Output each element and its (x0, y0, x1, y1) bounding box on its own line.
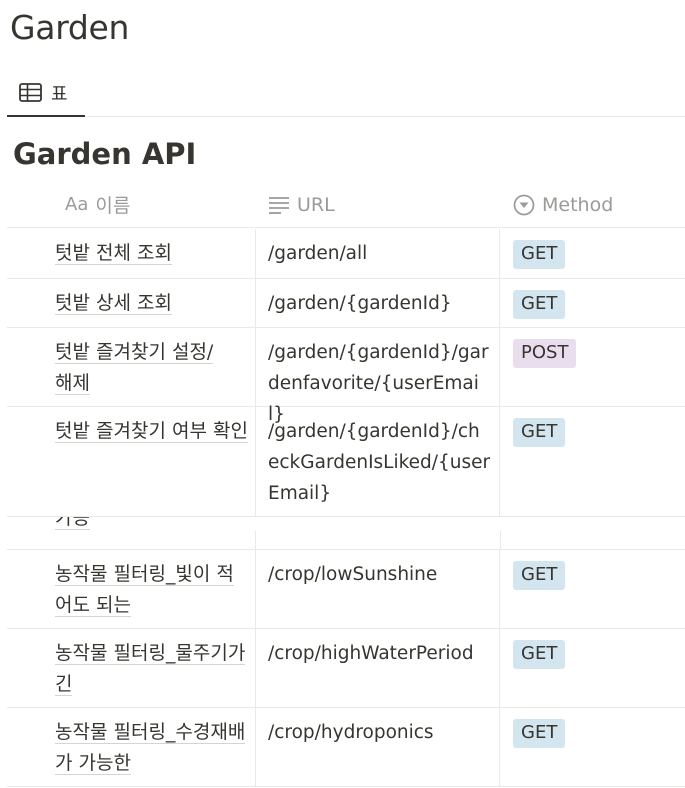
tab-label: 표 (51, 83, 68, 105)
url-cell[interactable]: /garden/{gardenId}/gardenfavorite/{userE… (255, 328, 500, 425)
select-circle-icon (513, 194, 535, 215)
row-name[interactable]: 텃밭 상세 조회 (55, 292, 172, 315)
name-cell[interactable]: 농작물 필터링_빛이 적어도 되는 (7, 550, 255, 628)
row-url: /garden/{gardenId}/checkGardenIsLiked/{u… (268, 421, 491, 504)
column-divider (255, 531, 256, 549)
row-name[interactable]: 텃밭 즐겨찾기 여부 확인 (55, 420, 248, 443)
database-title[interactable]: Garden API (13, 137, 196, 171)
method-badge: GET (513, 418, 566, 447)
table-row[interactable]: 농작물 필터링_수경재배가 가능한 /crop/hydroponics GET (7, 708, 685, 787)
method-badge: GET (513, 719, 566, 748)
row-url: /crop/highWaterPeriod (268, 643, 474, 664)
table-row[interactable]: 텃밭 즐겨찾기 설정/해제 /garden/{gardenId}/gardenf… (7, 328, 685, 425)
table-header: Aa 이름 URL Method (7, 181, 685, 228)
method-cell[interactable]: GET (500, 708, 685, 786)
clipped-table-row[interactable]: 가능 (7, 517, 685, 550)
tab-table-view[interactable]: 표 (7, 70, 85, 117)
text-aa-icon: Aa (65, 194, 89, 215)
column-header-url[interactable]: URL (268, 181, 335, 228)
method-cell[interactable]: GET (500, 229, 685, 278)
table-row[interactable]: 텃밭 즐겨찾기 여부 확인 /garden/{gardenId}/checkGa… (7, 407, 685, 517)
name-cell[interactable]: 텃밭 즐겨찾기 설정/해제 (7, 328, 255, 406)
method-badge: POST (513, 339, 577, 368)
method-cell[interactable]: GET (500, 407, 685, 516)
method-cell[interactable]: GET (500, 550, 685, 628)
row-name-fragment: 가능 (55, 517, 90, 530)
name-cell[interactable]: 농작물 필터링_수경재배가 가능한 (7, 708, 255, 786)
row-name[interactable]: 농작물 필터링_물주기가 긴 (55, 642, 246, 696)
table-row[interactable]: 텃밭 전체 조회 /garden/all GET (7, 229, 685, 279)
row-url: /crop/hydroponics (268, 722, 434, 743)
url-cell[interactable]: /garden/all (255, 229, 500, 278)
page-title: Garden (10, 8, 130, 47)
method-badge: GET (513, 290, 566, 319)
name-cell[interactable]: 텃밭 상세 조회 (7, 279, 255, 327)
table-row[interactable]: 농작물 필터링_물주기가 긴 /crop/highWaterPeriod GET (7, 629, 685, 708)
table-row[interactable]: 농작물 필터링_빛이 적어도 되는 /crop/lowSunshine GET (7, 550, 685, 629)
row-name[interactable]: 텃밭 전체 조회 (55, 242, 172, 265)
view-tabs: 표 (7, 70, 685, 117)
table-icon (19, 83, 42, 102)
url-cell[interactable]: /garden/{gardenId}/checkGardenIsLiked/{u… (255, 407, 500, 516)
method-cell[interactable]: POST (500, 328, 685, 406)
row-name[interactable]: 텃밭 즐겨찾기 설정/해제 (55, 341, 214, 395)
url-cell[interactable]: /crop/hydroponics (255, 708, 500, 786)
lines-icon (269, 196, 289, 214)
method-cell[interactable]: GET (500, 279, 685, 327)
name-cell[interactable]: 텃밭 즐겨찾기 여부 확인 (7, 407, 255, 516)
row-name[interactable]: 농작물 필터링_빛이 적어도 되는 (55, 563, 234, 617)
row-url: /crop/lowSunshine (268, 564, 438, 585)
method-badge: GET (513, 240, 566, 269)
column-label: URL (297, 193, 335, 216)
column-header-name[interactable]: Aa 이름 (65, 181, 130, 228)
column-header-method[interactable]: Method (513, 181, 613, 228)
url-cell[interactable]: /garden/{gardenId} (255, 279, 500, 327)
method-cell[interactable]: GET (500, 629, 685, 707)
method-badge: GET (513, 561, 566, 590)
name-cell[interactable]: 농작물 필터링_물주기가 긴 (7, 629, 255, 707)
column-label: 이름 (95, 195, 131, 217)
column-label: Method (542, 193, 614, 216)
url-cell[interactable]: /crop/lowSunshine (255, 550, 500, 628)
row-url: /garden/{gardenId} (268, 293, 452, 314)
url-cell[interactable]: /crop/highWaterPeriod (255, 629, 500, 707)
table-row[interactable]: 텃밭 상세 조회 /garden/{gardenId} GET (7, 279, 685, 328)
name-cell[interactable]: 텃밭 전체 조회 (7, 229, 255, 278)
row-url: /garden/all (268, 243, 368, 264)
row-name[interactable]: 농작물 필터링_수경재배가 가능한 (55, 721, 246, 775)
column-divider (500, 531, 501, 549)
method-badge: GET (513, 640, 566, 669)
